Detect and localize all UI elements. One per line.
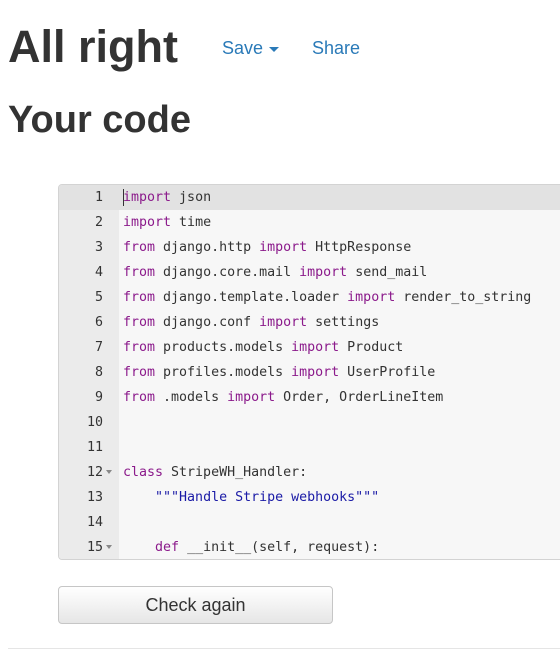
keyword-token: import <box>227 390 276 405</box>
keyword-token: import <box>299 265 348 280</box>
code-text: from django.http import HttpResponse <box>123 235 411 260</box>
code-token: render_to_string <box>395 290 532 305</box>
code-text: from .models import Order, OrderLineItem <box>123 385 443 410</box>
line-number: 8 <box>94 365 103 380</box>
line-number: 3 <box>94 240 103 255</box>
line-number: 15 <box>86 540 103 555</box>
code-text: """Handle Stripe webhooks""" <box>123 485 379 510</box>
fold-arrow-icon[interactable] <box>106 470 112 474</box>
string-token: """Handle Stripe webhooks""" <box>155 490 380 505</box>
code-line[interactable]: 1 import json <box>59 185 560 210</box>
code-text: import json <box>123 185 211 210</box>
line-number: 11 <box>86 440 103 455</box>
keyword-token: from <box>123 365 156 380</box>
code-line[interactable]: 11 <box>59 435 560 460</box>
line-number: 10 <box>86 415 103 430</box>
share-link[interactable]: Share <box>312 38 360 59</box>
code-token: django.http <box>155 240 260 255</box>
code-line[interactable]: 9 from .models import Order, OrderLineIte… <box>59 385 560 410</box>
code-token: send_mail <box>347 265 428 280</box>
line-number: 4 <box>94 265 103 280</box>
line-number: 5 <box>94 290 103 305</box>
line-number: 9 <box>94 390 103 405</box>
code-text: from profiles.models import UserProfile <box>123 360 435 385</box>
keyword-token: import <box>291 365 340 380</box>
keyword-token: import <box>259 240 308 255</box>
code-text: from django.core.mail import send_mail <box>123 260 427 285</box>
code-line[interactable]: 4 from django.core.mail import send_mail <box>59 260 560 285</box>
code-line[interactable]: 2 import time <box>59 210 560 235</box>
code-token: Product <box>339 340 404 355</box>
code-line[interactable]: 7 from products.models import Product <box>59 335 560 360</box>
line-number: 6 <box>94 315 103 330</box>
code-token: Order, OrderLineItem <box>275 390 444 405</box>
code-token: settings <box>307 315 380 330</box>
code-line[interactable]: 5 from django.template.loader import rend… <box>59 285 560 310</box>
keyword-token: from <box>123 315 156 330</box>
line-number: 2 <box>94 215 103 230</box>
code-text: class StripeWH_Handler: <box>123 460 307 485</box>
keyword-token: import <box>123 190 172 205</box>
code-line[interactable]: 10 <box>59 410 560 435</box>
code-token: django.core.mail <box>155 265 300 280</box>
code-token: time <box>171 215 212 230</box>
keyword-token: from <box>123 265 156 280</box>
line-number: 1 <box>94 190 103 205</box>
code-text: from django.template.loader import rende… <box>123 285 531 310</box>
line-number: 12 <box>86 465 103 480</box>
divider <box>8 648 560 649</box>
page: All right Save Share Your code 1 import j… <box>0 0 560 665</box>
keyword-token: def <box>155 540 180 555</box>
section-title: Your code <box>8 99 191 141</box>
line-number: 7 <box>94 340 103 355</box>
code-line[interactable]: 14 <box>59 510 560 535</box>
keyword-token: from <box>123 390 156 405</box>
save-label: Save <box>222 38 264 58</box>
keyword-token: import <box>259 315 308 330</box>
code-token: django.conf <box>155 315 260 330</box>
code-editor[interactable]: 1 import json 2 import time 3 from django.htt… <box>58 184 560 560</box>
line-number: 14 <box>86 515 103 530</box>
code-token: __init__(self, request): <box>179 540 380 555</box>
keyword-token: from <box>123 240 156 255</box>
fold-arrow-icon[interactable] <box>106 545 112 549</box>
code-token: HttpResponse <box>307 240 412 255</box>
keyword-token: import <box>291 340 340 355</box>
code-token: .models <box>155 390 228 405</box>
text-cursor <box>123 189 124 206</box>
result-title: All right <box>8 21 178 72</box>
keyword-token: class <box>123 465 164 480</box>
code-line[interactable]: 3 from django.http import HttpResponse <box>59 235 560 260</box>
code-token: products.models <box>155 340 292 355</box>
code-text: def __init__(self, request): <box>123 535 380 559</box>
check-again-button[interactable]: Check again <box>58 586 333 624</box>
code-line[interactable]: 12 class StripeWH_Handler: <box>59 460 560 485</box>
chevron-down-icon <box>269 47 280 52</box>
save-dropdown-button[interactable]: Save <box>222 38 280 59</box>
code-token: json <box>171 190 212 205</box>
code-line[interactable]: 15 def __init__(self, request): <box>59 535 560 559</box>
code-text: import time <box>123 210 211 235</box>
code-line[interactable]: 13 """Handle Stripe webhooks""" <box>59 485 560 510</box>
code-line[interactable]: 8 from profiles.models import UserProfile <box>59 360 560 385</box>
keyword-token: import <box>123 215 172 230</box>
keyword-token: from <box>123 340 156 355</box>
code-line[interactable]: 6 from django.conf import settings <box>59 310 560 335</box>
code-token: UserProfile <box>339 365 436 380</box>
code-token: django.template.loader <box>155 290 348 305</box>
code-token: profiles.models <box>155 365 292 380</box>
line-number: 13 <box>86 490 103 505</box>
keyword-token: import <box>347 290 396 305</box>
code-text: from django.conf import settings <box>123 310 379 335</box>
code-text: from products.models import Product <box>123 335 403 360</box>
code-token: StripeWH_Handler: <box>163 465 308 480</box>
keyword-token: from <box>123 290 156 305</box>
